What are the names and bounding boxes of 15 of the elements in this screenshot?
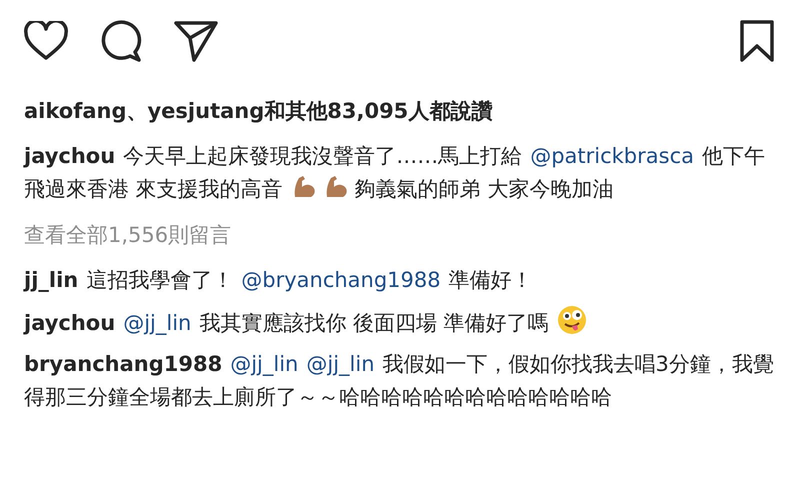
comment-text: jj_lin 這招我學會了！ @bryanchang1988 準備好！ [24, 267, 534, 294]
mention-link[interactable]: @jj_lin [306, 352, 375, 376]
comment-icon[interactable] [100, 20, 142, 62]
mention-link[interactable]: @patrickbrasca [530, 144, 694, 168]
bookmark-icon[interactable] [740, 20, 774, 62]
heart-icon[interactable] [24, 21, 68, 61]
silly-face-icon [556, 305, 587, 335]
mention-link[interactable]: @bryanchang1988 [241, 268, 441, 292]
comment-text: bryanchang1988 @jj_lin @jj_lin 我假如一下，假如你找我去唱3分鐘，我覺得那三分鐘全場都去上廁所了～～哈哈哈哈哈哈哈哈哈哈哈哈哈 [24, 351, 774, 411]
mention-link[interactable]: @jj_lin [123, 311, 192, 335]
likes-count: aikofang、yesjutang和其他83,095人都說讚 [24, 98, 492, 125]
send-icon[interactable] [174, 20, 218, 62]
mention-link[interactable]: @jj_lin [230, 352, 298, 376]
comment-text: jaychou @jj_lin 我其實應該找你 後面四場 準備好了嗎 [24, 305, 774, 340]
post-caption: jaychou 今天早上起床發現我沒聲音了……馬上打給 @patrickbrasca 他下午飛過來香港 來支援我的高音 夠義氣的師弟 大家今晚加油 [24, 143, 766, 203]
